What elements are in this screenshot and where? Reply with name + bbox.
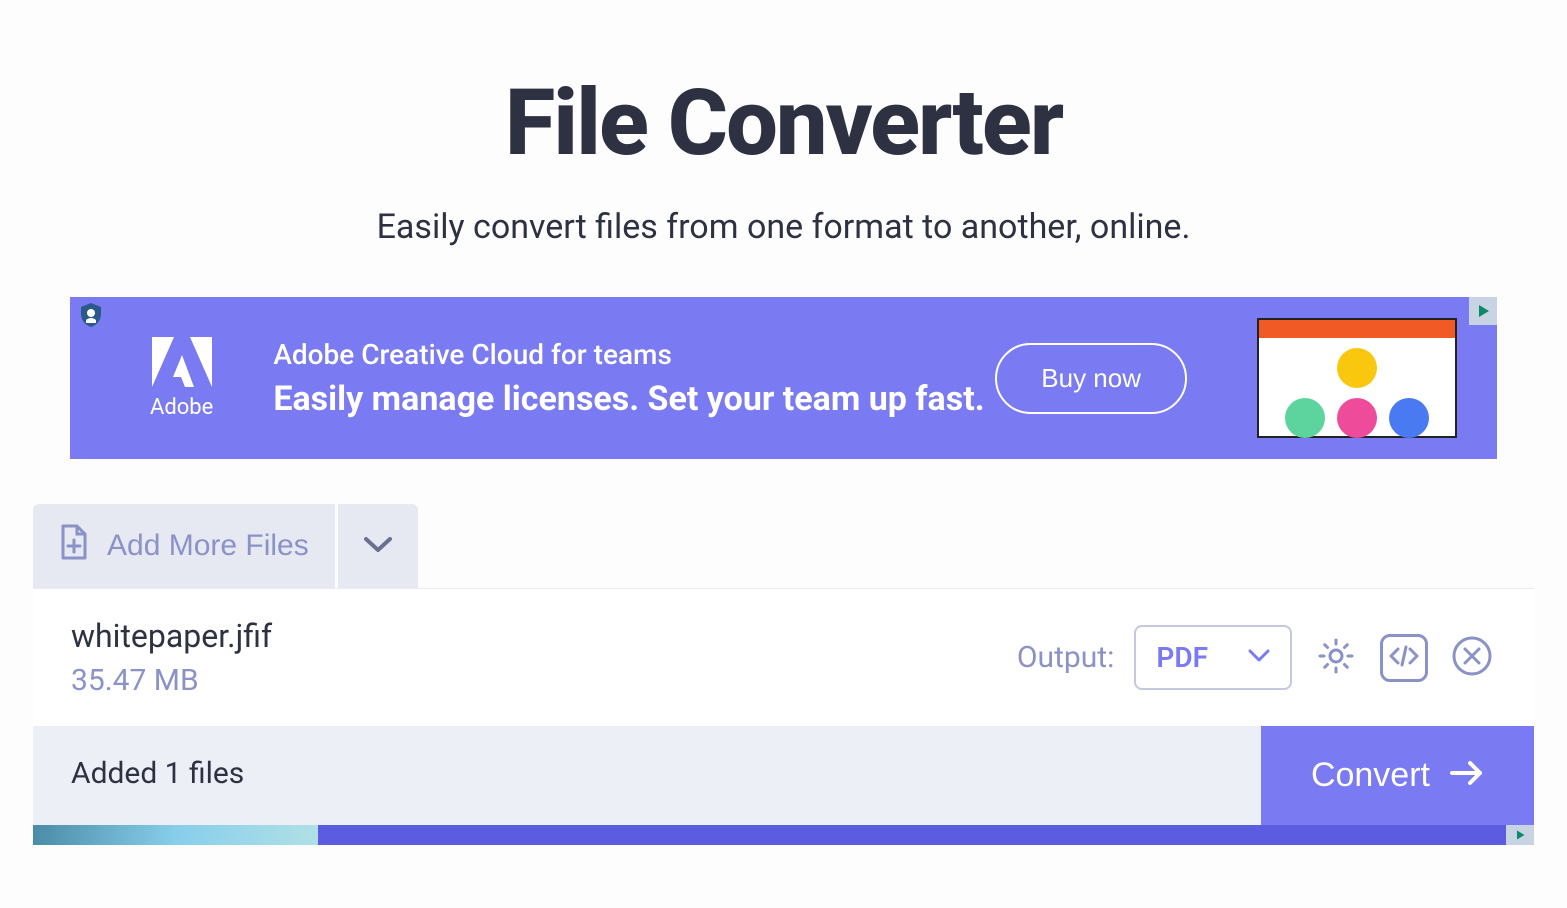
remove-file-button[interactable] <box>1448 634 1496 682</box>
output-format-select[interactable]: PDF <box>1134 625 1292 690</box>
file-name: whitepaper.jfif <box>71 617 1017 655</box>
output-label: Output: <box>1017 640 1114 675</box>
embed-code-button[interactable] <box>1380 634 1428 682</box>
ad-banner[interactable]: Adobe Adobe Creative Cloud for teams Eas… <box>70 297 1497 459</box>
ad-logo: Adobe <box>150 337 213 420</box>
bottom-ad-image <box>33 825 318 845</box>
chevron-down-icon <box>1248 648 1270 667</box>
bottom-ad-bar <box>318 825 1506 845</box>
adchoices-icon[interactable] <box>1469 297 1497 325</box>
adchoices-icon[interactable] <box>1506 825 1534 845</box>
ad-brand-text: Adobe <box>150 395 213 420</box>
file-plus-icon <box>59 524 89 568</box>
convert-button-label: Convert <box>1311 756 1430 795</box>
page-subtitle: Easily convert files from one format to … <box>0 207 1567 247</box>
close-circle-icon <box>1451 635 1493 680</box>
page-title: File Converter <box>0 70 1567 177</box>
bottom-ad-strip <box>33 825 1534 845</box>
add-more-files-label: Add More Files <box>107 529 309 563</box>
arrow-right-icon <box>1450 756 1484 795</box>
add-more-files-dropdown[interactable] <box>335 504 418 588</box>
ad-illustration <box>1257 318 1457 438</box>
adobe-logo-icon <box>152 337 212 387</box>
file-size: 35.47 MB <box>71 663 1017 698</box>
output-format-value: PDF <box>1156 641 1208 674</box>
chevron-down-icon <box>364 537 392 556</box>
gear-icon <box>1315 635 1357 680</box>
add-more-files-button[interactable]: Add More Files <box>33 504 335 588</box>
footer-status: Added 1 files <box>33 726 1261 825</box>
ad-subhead: Easily manage licenses. Set your team up… <box>273 379 995 419</box>
convert-button[interactable]: Convert <box>1261 726 1534 825</box>
ad-buy-button[interactable]: Buy now <box>995 343 1187 414</box>
ad-headline: Adobe Creative Cloud for teams <box>273 338 995 371</box>
file-row: whitepaper.jfif 35.47 MB Output: PDF <box>33 588 1534 726</box>
shield-icon <box>80 303 102 331</box>
settings-button[interactable] <box>1312 634 1360 682</box>
code-icon <box>1388 645 1420 670</box>
